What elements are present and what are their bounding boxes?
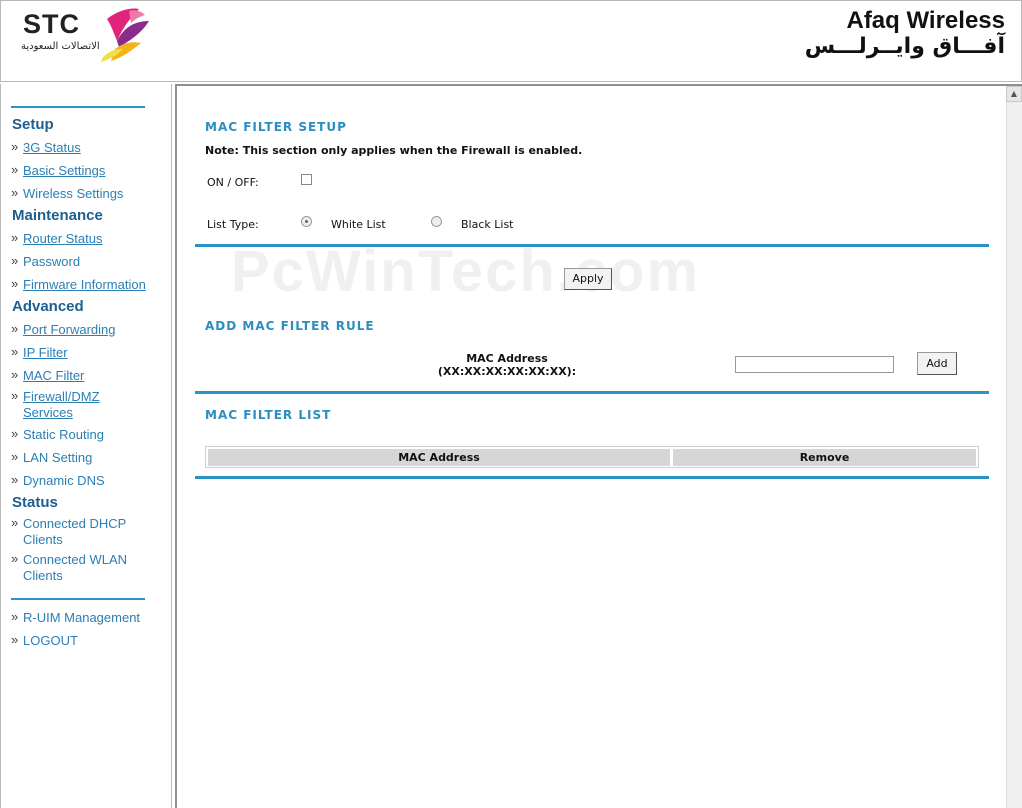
bullet-icon: »	[11, 139, 19, 154]
section-divider	[195, 476, 989, 479]
table-header-mac-address: MAC Address	[208, 449, 670, 466]
white-list-label: White List	[331, 218, 386, 231]
brand-title-arabic: آفـــاق وايــرلـــس	[804, 34, 1005, 59]
bullet-icon: »	[11, 230, 19, 245]
bullet-icon: »	[11, 344, 19, 359]
sidebar-item-label: IP Filter	[23, 345, 68, 360]
bullet-icon: »	[11, 321, 19, 336]
bullet-icon: »	[11, 515, 19, 530]
sidebar-item-label: Password	[23, 254, 81, 269]
bullet-icon: »	[11, 388, 19, 403]
sidebar-item-label: 3G Status	[23, 140, 81, 155]
sidebar-divider	[11, 106, 145, 108]
mac-address-label: MAC Address	[466, 352, 548, 365]
bullet-icon: »	[11, 551, 19, 566]
sidebar-section-advanced: Advanced	[12, 298, 84, 315]
sidebar-section-maintenance: Maintenance	[12, 207, 103, 224]
brand-title-english: Afaq Wireless	[846, 7, 1005, 34]
scroll-up-arrow-icon[interactable]: ▲	[1006, 86, 1022, 102]
sidebar-item-label: Wireless Settings	[23, 186, 124, 201]
sidebar-item-label: Connected WLAN Clients	[23, 552, 128, 583]
firewall-note: Note: This section only applies when the…	[205, 144, 583, 157]
mac-address-field-label: MAC Address (XX:XX:XX:XX:XX:XX):	[407, 352, 607, 378]
mac-filter-list-title: MAC FILTER LIST	[205, 408, 332, 422]
sidebar-item-label: Dynamic DNS	[23, 473, 105, 488]
sidebar-section-setup: Setup	[12, 116, 54, 133]
main-content: PcWinTech.com MAC FILTER SETUP Note: Thi…	[175, 84, 1022, 808]
apply-button[interactable]: Apply	[564, 268, 612, 290]
sidebar-item-label: LOGOUT	[23, 633, 78, 648]
section-divider	[195, 391, 989, 394]
sidebar-divider	[11, 598, 145, 600]
mac-address-input[interactable]	[735, 356, 894, 373]
white-list-radio[interactable]	[301, 216, 312, 227]
sidebar-item-label: Static Routing	[23, 427, 104, 442]
bullet-icon: »	[11, 367, 19, 382]
sidebar-section-status: Status	[12, 494, 58, 511]
header: STC الاتصالات السعودية Afaq Wireless آفـ…	[0, 0, 1022, 82]
bullet-icon: »	[11, 162, 19, 177]
sidebar-item-label: Connected DHCP Clients	[23, 516, 127, 547]
sidebar-item-label: Firewall/DMZ Services	[23, 389, 100, 420]
stc-logo-text: STC	[23, 9, 80, 39]
bullet-icon: »	[11, 449, 19, 464]
sidebar-nav: Setup » 3G Status » Basic Settings » Wirele…	[0, 84, 172, 808]
section-divider	[195, 244, 989, 247]
mac-format-label: (XX:XX:XX:XX:XX:XX):	[437, 365, 577, 378]
mac-filter-setup-title: MAC FILTER SETUP	[205, 120, 347, 134]
stc-logo-arabic: الاتصالات السعودية	[21, 41, 100, 52]
watermark: PcWinTech.com	[231, 239, 701, 304]
sidebar-item-label: R-UIM Management	[23, 610, 141, 625]
bullet-icon: »	[11, 276, 19, 291]
on-off-checkbox[interactable]	[301, 174, 312, 185]
table-header-remove: Remove	[673, 449, 976, 466]
add-mac-filter-rule-title: ADD MAC FILTER RULE	[205, 319, 375, 333]
black-list-label: Black List	[461, 218, 514, 231]
sidebar-item-label: LAN Setting	[23, 450, 93, 465]
bullet-icon: »	[11, 472, 19, 487]
list-type-label: List Type:	[207, 218, 259, 231]
bullet-icon: »	[11, 609, 19, 624]
bullet-icon: »	[11, 185, 19, 200]
on-off-label: ON / OFF:	[207, 176, 259, 189]
bullet-icon: »	[11, 632, 19, 647]
add-button[interactable]: Add	[917, 352, 957, 375]
black-list-radio[interactable]	[431, 216, 442, 227]
sidebar-item-label: Port Forwarding	[23, 322, 116, 337]
bullet-icon: »	[11, 426, 19, 441]
sidebar-item-label: Router Status	[23, 231, 103, 246]
sidebar-item-label: Firmware Information	[23, 277, 146, 292]
vertical-scrollbar[interactable]: ▲	[1006, 86, 1022, 808]
sidebar-item-label: Basic Settings	[23, 163, 106, 178]
sidebar-item-label: MAC Filter	[23, 368, 85, 383]
bullet-icon: »	[11, 253, 19, 268]
mac-filter-list-table: MAC Address Remove	[205, 446, 979, 468]
